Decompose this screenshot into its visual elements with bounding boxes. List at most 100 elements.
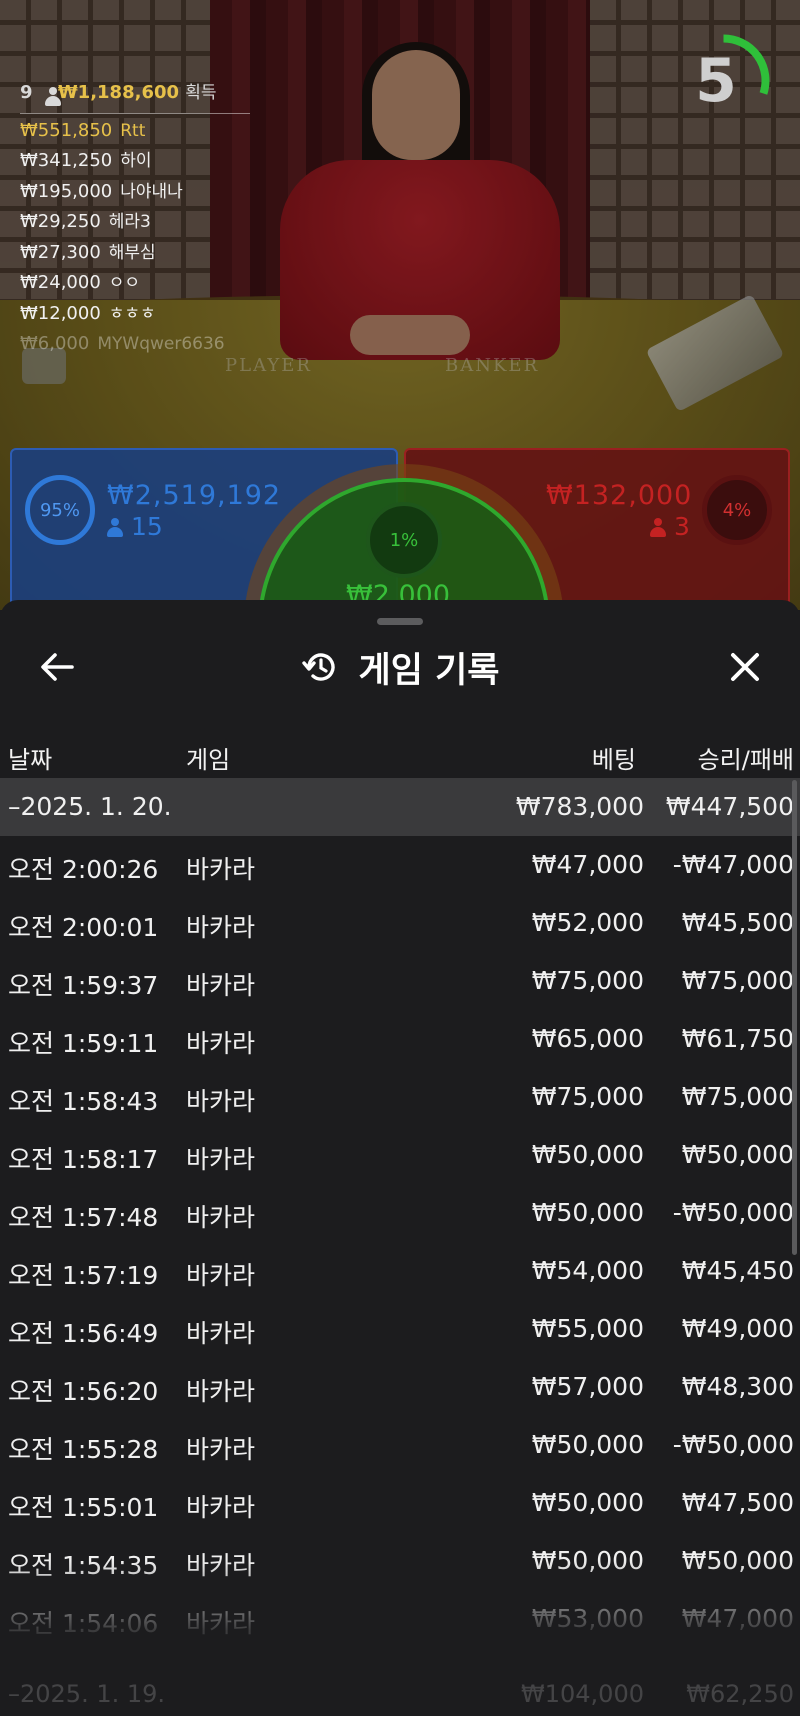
history-row[interactable]: 오전 1:56:20 바카라 ₩57,000 ₩48,300 <box>0 1358 800 1416</box>
row-time: 오전 1:54:06 <box>8 1609 159 1638</box>
leaderboard-list: ₩551,850 Rtt ₩341,250 하이 ₩195,000 나야내나 ₩29,250… <box>20 116 250 360</box>
row-bet: ₩50,000 <box>531 1198 644 1227</box>
history-row[interactable]: 오전 1:59:11 바카라 ₩65,000 ₩61,750 <box>0 1010 800 1068</box>
total-won-amount: ₩1,188,600 <box>57 82 180 103</box>
row-game: 바카라 <box>186 855 256 884</box>
row-result: ₩48,300 <box>681 1372 794 1401</box>
history-row[interactable]: 오전 1:57:48 바카라 ₩50,000 -₩50,000 <box>0 1184 800 1242</box>
row-result: ₩61,750 <box>681 1024 794 1053</box>
banker-count: 3 <box>650 512 690 541</box>
leader-amount: ₩12,000 <box>20 302 101 324</box>
history-row[interactable]: 오전 1:56:49 바카라 ₩55,000 ₩49,000 <box>0 1300 800 1358</box>
row-bet: ₩50,000 <box>531 1140 644 1169</box>
history-row[interactable]: 오전 1:59:37 바카라 ₩75,000 ₩75,000 <box>0 952 800 1010</box>
leader-amount: ₩341,250 <box>20 150 113 171</box>
player-total-amount: ₩2,519,192 <box>107 480 282 511</box>
row-result: ₩75,000 <box>681 1082 794 1111</box>
scrollbar[interactable] <box>792 780 797 1255</box>
row-game: 바카라 <box>186 1551 256 1580</box>
history-table-header: 날짜 게임 베팅 승리/패배 <box>0 730 800 778</box>
row-game: 바카라 <box>186 1261 256 1290</box>
countdown-seconds: 5 <box>695 45 737 116</box>
leaderboard-row: ₩12,000 ㅎㅎㅎ <box>20 299 250 330</box>
row-game: 바카라 <box>186 1377 256 1406</box>
row-bet: ₩75,000 <box>531 1082 644 1111</box>
row-result: ₩47,000 <box>681 1604 794 1633</box>
row-bet: ₩53,000 <box>531 1604 644 1633</box>
leaderboard-row: ₩29,250 헤라3 <box>20 207 250 238</box>
history-row[interactable]: 오전 2:00:01 바카라 ₩52,000 ₩45,500 <box>0 894 800 952</box>
row-result: ₩49,000 <box>681 1314 794 1343</box>
column-date: 날짜 <box>8 746 53 774</box>
row-game: 바카라 <box>186 971 256 1000</box>
row-game: 바카라 <box>186 1203 256 1232</box>
game-history-sheet: 게임 기록 날짜 게임 베팅 승리/패배 –2025. 1. 20. ₩783,… <box>0 600 800 1716</box>
date-group-bet: ₩783,000 <box>515 792 644 821</box>
leader-name: MYWqwer6636 <box>97 334 225 354</box>
row-bet: ₩50,000 <box>531 1430 644 1459</box>
date-group-row[interactable]: –2025. 1. 20. ₩783,000 ₩447,500 <box>0 778 800 836</box>
history-row[interactable]: 오전 1:57:19 바카라 ₩54,000 ₩45,450 <box>0 1242 800 1300</box>
row-result: ₩47,500 <box>681 1488 794 1517</box>
history-row[interactable]: 오전 2:00:26 바카라 ₩47,000 -₩47,000 <box>0 836 800 894</box>
history-row[interactable]: 오전 1:55:01 바카라 ₩50,000 ₩47,500 <box>0 1474 800 1532</box>
row-time: 오전 1:54:35 <box>8 1551 159 1580</box>
row-game: 바카라 <box>186 1087 256 1116</box>
row-bet: ₩55,000 <box>531 1314 644 1343</box>
leader-name: 헤라3 <box>108 212 151 232</box>
row-time: 오전 1:56:49 <box>8 1319 159 1348</box>
banker-percent-ring: 4% <box>702 475 772 545</box>
won-label: 획득 <box>185 83 217 103</box>
row-bet: ₩75,000 <box>531 966 644 995</box>
history-row[interactable]: 오전 1:58:17 바카라 ₩50,000 ₩50,000 <box>0 1126 800 1184</box>
history-row[interactable]: 오전 1:54:35 바카라 ₩50,000 ₩50,000 <box>0 1532 800 1590</box>
row-bet: ₩54,000 <box>531 1256 644 1285</box>
column-game: 게임 <box>186 746 231 774</box>
row-result: ₩45,450 <box>681 1256 794 1285</box>
sheet-drag-handle[interactable] <box>377 618 423 625</box>
history-row[interactable]: 오전 1:54:06 바카라 ₩53,000 ₩47,000 <box>0 1590 800 1648</box>
row-time: 오전 1:59:11 <box>8 1029 159 1058</box>
row-result: -₩50,000 <box>672 1198 794 1227</box>
row-time: 오전 2:00:26 <box>8 855 159 884</box>
tie-percent-ring: 1% <box>366 502 442 578</box>
row-time: 오전 1:57:19 <box>8 1261 159 1290</box>
player-count-value: 15 <box>131 512 163 541</box>
leader-name: 하이 <box>120 151 152 171</box>
sheet-header: 게임 기록 <box>0 640 800 694</box>
next-date-group-row[interactable]: –2025. 1. 19. ₩104,000 ₩62,250 <box>0 1668 800 1716</box>
history-row-list: 오전 2:00:26 바카라 ₩47,000 -₩47,000 오전 2:00:01 바카… <box>0 836 800 1648</box>
row-time: 오전 1:58:43 <box>8 1087 159 1116</box>
row-bet: ₩65,000 <box>531 1024 644 1053</box>
history-row[interactable]: 오전 1:55:28 바카라 ₩50,000 -₩50,000 <box>0 1416 800 1474</box>
row-bet: ₩52,000 <box>531 908 644 937</box>
history-table: –2025. 1. 20. ₩783,000 ₩447,500 오전 2:00:… <box>0 778 800 1648</box>
leaderboard-row: ₩27,300 해부심 <box>20 238 250 269</box>
row-time: 오전 2:00:01 <box>8 913 159 942</box>
leaderboard-row: ₩6,000 MYWqwer6636 <box>20 329 250 360</box>
winners-leaderboard: 9 ₩1,188,600 획득 ₩551,850 Rtt ₩341,250 하이 ₩19… <box>20 78 250 360</box>
leader-amount: ₩24,000 <box>20 272 101 293</box>
column-bet: 베팅 <box>591 746 636 774</box>
back-button[interactable] <box>30 642 84 692</box>
row-game: 바카라 <box>186 1609 256 1638</box>
next-date-bet: ₩104,000 <box>521 1680 644 1708</box>
row-time: 오전 1:59:37 <box>8 971 159 1000</box>
arrow-left-icon <box>41 653 74 681</box>
row-game: 바카라 <box>186 1319 256 1348</box>
row-result: ₩75,000 <box>681 966 794 995</box>
row-time: 오전 1:55:28 <box>8 1435 159 1464</box>
leader-name: ㅎㅎㅎ <box>108 303 156 324</box>
row-bet: ₩57,000 <box>531 1372 644 1401</box>
row-time: 오전 1:57:48 <box>8 1203 159 1232</box>
leader-name: 해부심 <box>108 242 156 263</box>
history-row[interactable]: 오전 1:58:43 바카라 ₩75,000 ₩75,000 <box>0 1068 800 1126</box>
row-game: 바카라 <box>186 913 256 942</box>
column-result: 승리/패배 <box>697 746 794 774</box>
leaderboard-row: ₩24,000 ㅇㅇ <box>20 268 250 299</box>
leader-amount: ₩6,000 <box>20 333 90 354</box>
close-button[interactable] <box>718 642 772 692</box>
leader-name: Rtt <box>120 120 146 141</box>
history-clock-icon <box>301 653 335 681</box>
row-bet: ₩50,000 <box>531 1488 644 1517</box>
